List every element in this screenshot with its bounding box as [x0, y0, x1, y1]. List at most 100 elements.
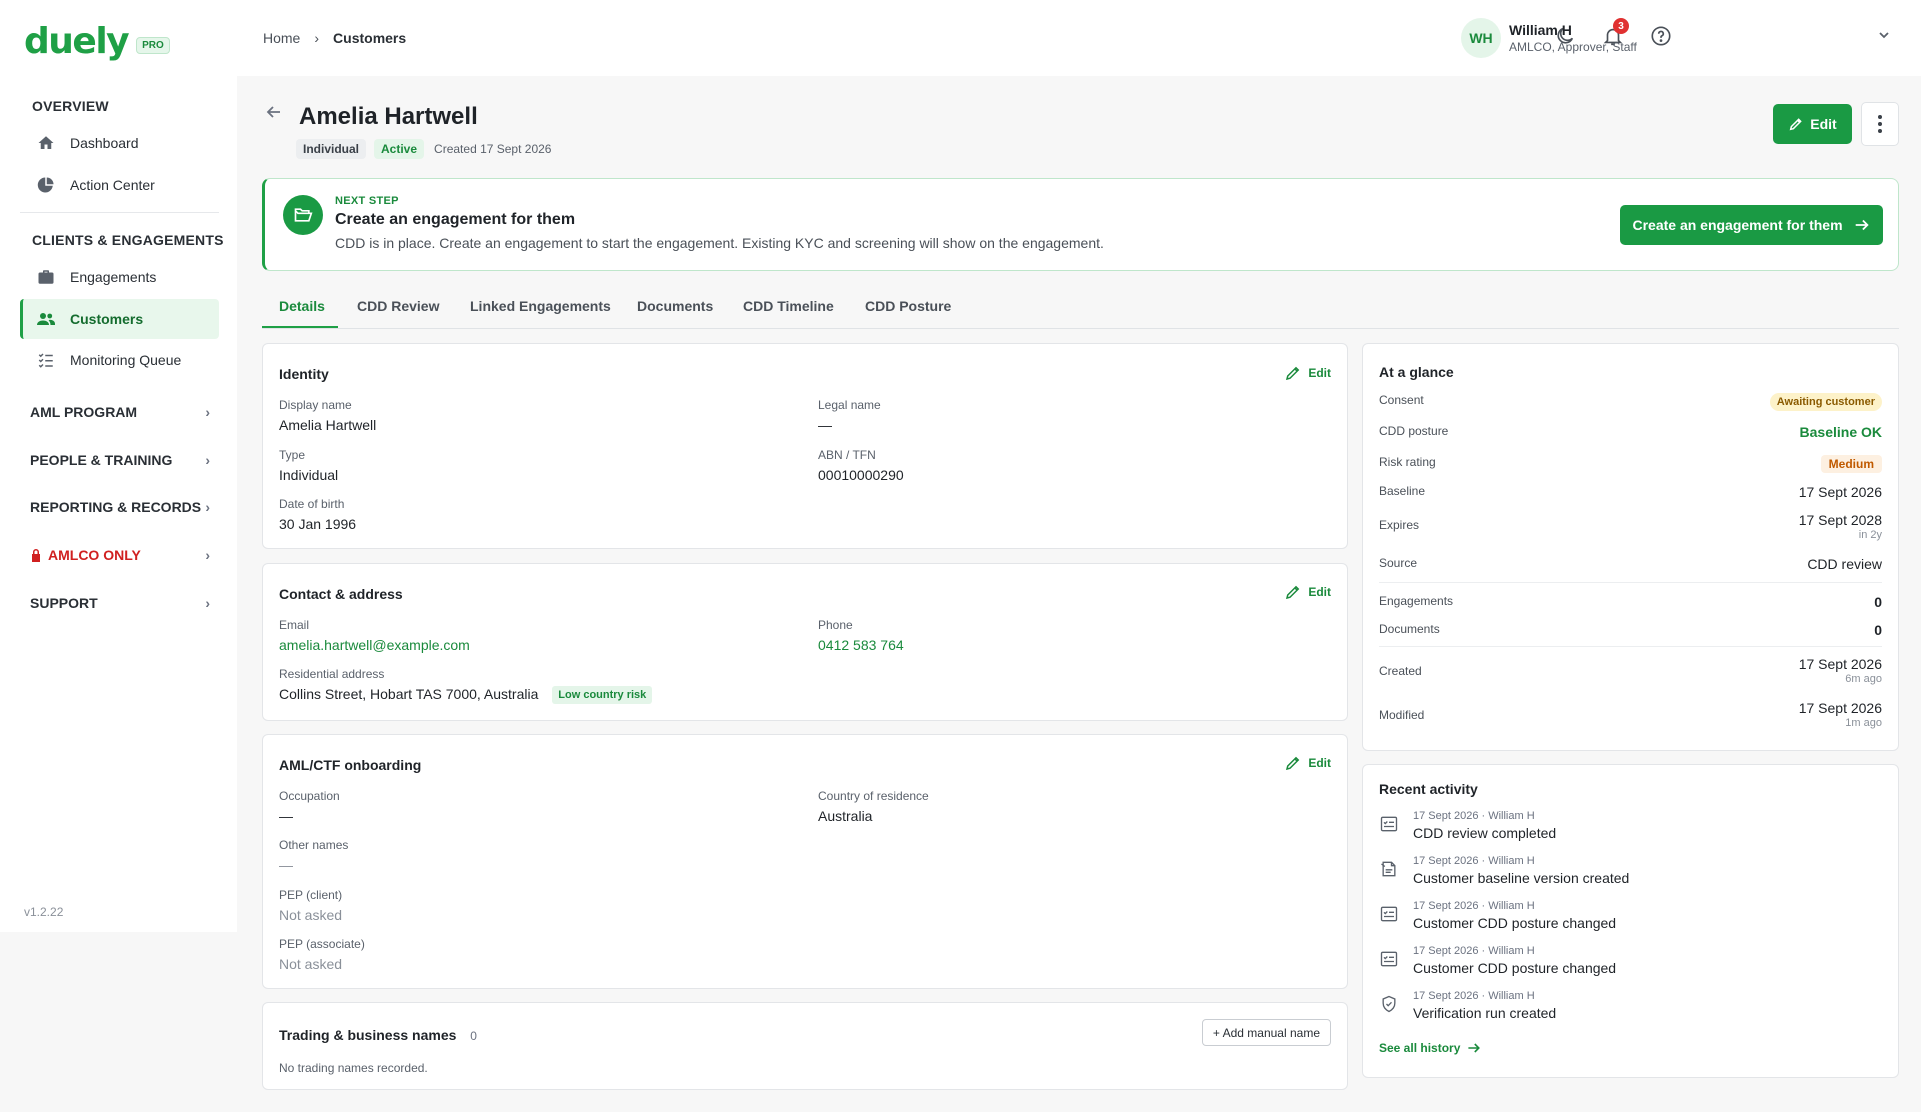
- edit-label: Edit: [1308, 756, 1331, 770]
- sidebar-item-label: Action Center: [70, 177, 155, 193]
- glance-row-modified: Modified 17 Sept 2026 1m ago: [1379, 700, 1882, 729]
- activity-item[interactable]: 17 Sept 2026 · William H CDD review comp…: [1379, 810, 1882, 841]
- activity-content: 17 Sept 2026 · William H Customer CDD po…: [1413, 900, 1616, 931]
- sidebar-item-monitoring-queue[interactable]: Monitoring Queue: [20, 340, 219, 380]
- glance-label: Expires: [1379, 518, 1420, 532]
- activity-meta: 17 Sept 2026 · William H: [1413, 855, 1535, 867]
- sidebar-item-customers[interactable]: Customers: [20, 299, 219, 339]
- address-value: Collins Street, Hobart TAS 7000, Austral…: [279, 686, 539, 702]
- sidebar-item-action-center[interactable]: Action Center: [20, 165, 219, 205]
- field-label: Occupation: [279, 789, 340, 803]
- sidebar-item-dashboard[interactable]: Dashboard: [20, 123, 219, 163]
- see-all-history-link[interactable]: See all history: [1379, 1040, 1482, 1056]
- chevron-right-icon: ›: [314, 30, 320, 46]
- trading-count: 0: [470, 1029, 477, 1043]
- user-role: AMLCO, Approver, Staff: [1509, 40, 1637, 54]
- chevron-down-icon[interactable]: [1877, 28, 1891, 47]
- chevron-right-icon: ›: [205, 547, 210, 563]
- tab-bar: Details CDD Review Linked Engagements Do…: [262, 290, 1899, 329]
- tab-details[interactable]: Details: [279, 298, 325, 314]
- legal-name-value: —: [818, 417, 832, 433]
- activity-item[interactable]: 17 Sept 2026 · William H Customer CDD po…: [1379, 945, 1882, 976]
- onboarding-edit-button[interactable]: Edit: [1284, 754, 1331, 772]
- tab-cdd-posture[interactable]: CDD Posture: [865, 298, 951, 314]
- back-arrow-icon[interactable]: [264, 102, 284, 127]
- expires-relative: in 2y: [1858, 529, 1882, 541]
- brand-name: duely: [24, 21, 130, 62]
- create-engagement-button[interactable]: Create an engagement for them: [1620, 205, 1883, 245]
- pencil-icon: [1286, 366, 1300, 381]
- home-icon: [36, 133, 56, 153]
- tab-linked-engagements[interactable]: Linked Engagements: [470, 298, 611, 314]
- nav-group-support[interactable]: SUPPORT ›: [30, 595, 210, 611]
- add-manual-name-button[interactable]: + Add manual name: [1201, 1019, 1331, 1046]
- glance-row-created: Created 17 Sept 2026 6m ago: [1379, 656, 1882, 685]
- modified-group: 17 Sept 2026 1m ago: [1799, 700, 1882, 729]
- breadcrumb-home[interactable]: Home: [263, 30, 300, 46]
- glance-row-source: Source CDD review: [1379, 556, 1882, 572]
- breadcrumb-current: Customers: [333, 30, 407, 46]
- more-options-button[interactable]: [1861, 102, 1899, 146]
- created-relative: 6m ago: [1845, 673, 1882, 685]
- banner-kicker: NEXT STEP: [335, 195, 399, 207]
- help-button[interactable]: [1647, 22, 1675, 50]
- card-title: Contact & address: [279, 586, 403, 602]
- activity-item[interactable]: 17 Sept 2026 · William H Customer baseli…: [1379, 855, 1882, 886]
- activity-item[interactable]: 17 Sept 2026 · William H Verification ru…: [1379, 990, 1882, 1021]
- nav-group-reporting-records[interactable]: REPORTING & RECORDS ›: [30, 499, 210, 515]
- contact-edit-button[interactable]: Edit: [1284, 583, 1331, 601]
- nav-group-people-training[interactable]: PEOPLE & TRAINING ›: [30, 452, 210, 468]
- sidebar-item-engagements[interactable]: Engagements: [20, 257, 219, 297]
- activity-item[interactable]: 17 Sept 2026 · William H Customer CDD po…: [1379, 900, 1882, 931]
- activity-content: 17 Sept 2026 · William H CDD review comp…: [1413, 810, 1556, 841]
- nav-divider: [20, 212, 219, 213]
- field-label: Phone: [818, 618, 853, 632]
- checklist-icon: [1379, 810, 1401, 841]
- chevron-right-icon: ›: [205, 404, 210, 420]
- abn-value: 00010000290: [818, 467, 904, 483]
- activity-text: Customer CDD posture changed: [1413, 960, 1617, 976]
- user-name[interactable]: William H: [1509, 22, 1572, 38]
- card-title: At a glance: [1379, 364, 1454, 380]
- consent-status-badge: Awaiting customer: [1769, 393, 1882, 411]
- lock-icon: [32, 549, 40, 562]
- glance-label: Source: [1379, 556, 1418, 570]
- email-link[interactable]: amelia.hartwell@example.com: [279, 637, 470, 653]
- glance-row-risk: Risk rating Medium: [1379, 455, 1882, 473]
- created-group: 17 Sept 2026 6m ago: [1799, 656, 1882, 685]
- card-title: Trading & business names: [279, 1027, 457, 1043]
- activity-content: 17 Sept 2026 · William H Customer CDD po…: [1413, 945, 1616, 976]
- risk-rating-badge: Medium: [1820, 455, 1882, 473]
- brand-logo[interactable]: duely PRO: [24, 22, 170, 62]
- activity-meta: 17 Sept 2026 · William H: [1413, 900, 1535, 912]
- chevron-right-icon: ›: [205, 595, 210, 611]
- identity-edit-button[interactable]: Edit: [1284, 364, 1331, 382]
- tab-cdd-review[interactable]: CDD Review: [357, 298, 439, 314]
- glance-row-expires: Expires 17 Sept 2028 in 2y: [1379, 512, 1882, 541]
- dob-value: 30 Jan 1996: [279, 516, 357, 532]
- tab-documents[interactable]: Documents: [637, 298, 713, 314]
- glance-label: Modified: [1379, 708, 1425, 722]
- created-value: 17 Sept 2026: [1798, 656, 1882, 672]
- arrow-right-icon: [1468, 1043, 1481, 1053]
- activity-text: CDD review completed: [1413, 825, 1557, 841]
- country-risk-badge: Low country risk: [552, 686, 653, 704]
- pencil-icon: [1789, 118, 1802, 131]
- chevron-right-icon: ›: [205, 499, 210, 515]
- glance-label: CDD posture: [1379, 424, 1449, 438]
- tab-cdd-timeline[interactable]: CDD Timeline: [743, 298, 834, 314]
- card-title: Identity: [279, 366, 329, 382]
- type-value: Individual: [279, 467, 339, 483]
- avatar[interactable]: WH: [1461, 18, 1501, 58]
- modified-relative: 1m ago: [1845, 717, 1882, 729]
- active-tab-indicator: [262, 326, 338, 328]
- card-title: Recent activity: [1379, 781, 1478, 797]
- nav-group-aml-program[interactable]: AML PROGRAM ›: [30, 404, 210, 420]
- nav-group-amlco-only[interactable]: AMLCO ONLY ›: [30, 547, 210, 563]
- edit-label: Edit: [1308, 585, 1331, 599]
- list-check-icon: [36, 350, 56, 370]
- phone-link[interactable]: 0412 583 764: [818, 637, 904, 653]
- activity-text: Customer baseline version created: [1413, 870, 1630, 886]
- edit-customer-button[interactable]: Edit: [1773, 104, 1852, 144]
- identity-card: Identity Edit Display name Amelia Hartwe…: [262, 343, 1348, 549]
